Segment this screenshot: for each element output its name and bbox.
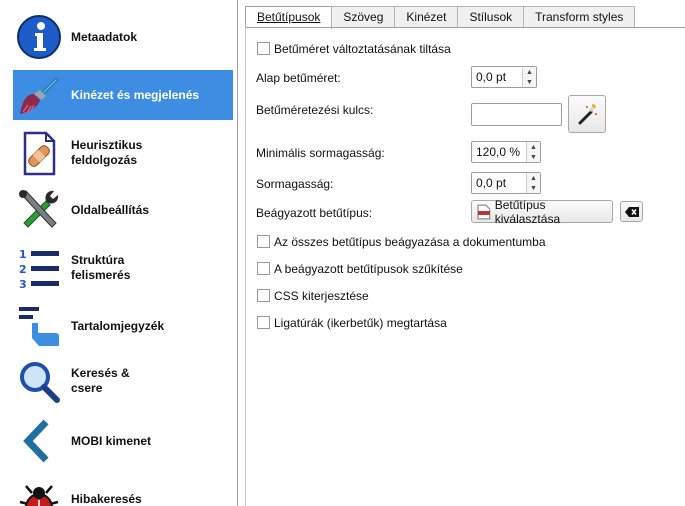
clear-backspace-icon — [624, 206, 639, 217]
sidebar-item-label: Struktúra felismerés — [71, 253, 131, 282]
ttf-file-icon — [477, 204, 491, 219]
spin-down-icon[interactable]: ▼ — [527, 183, 540, 193]
sidebar-item-label: Oldalbeállítás — [71, 202, 150, 217]
tab-transform-styles[interactable]: Transform styles — [523, 6, 636, 28]
tab-label: Transform styles — [535, 10, 624, 24]
sidebar-item-heuristics[interactable]: Heurisztikus feldolgozás — [13, 128, 233, 178]
tab-label: Stílusok — [469, 10, 513, 24]
sidebar-item-label: Tartalomjegyzék — [71, 318, 165, 333]
toc-pointer-icon — [13, 301, 65, 351]
font-size-key-input[interactable] — [471, 103, 562, 126]
spin-up-icon[interactable]: ▲ — [527, 173, 540, 183]
svg-text:1: 1 — [19, 248, 27, 261]
sidebar-item-debug[interactable]: Hibakeresés — [13, 474, 233, 506]
keep-ligatures-checkbox[interactable] — [257, 316, 270, 329]
sidebar-item-label: MOBI kimenet — [71, 433, 152, 448]
font-size-wizard-button[interactable] — [568, 95, 606, 133]
base-font-size-label: Alap betűméret: — [256, 71, 341, 85]
sidebar-item-structure-detection[interactable]: 1 2 3 Struktúra felismerés — [13, 243, 233, 293]
sidebar-item-metadata[interactable]: Metaadatok — [13, 12, 233, 62]
subset-embedded-fonts-label: A beágyazott betűtípusok szűkítése — [274, 262, 463, 276]
clear-font-button[interactable] — [620, 201, 643, 222]
base-font-size-value: 0,0 pt — [476, 70, 507, 84]
svg-text:3: 3 — [19, 278, 27, 291]
sidebar-item-toc[interactable]: Tartalomjegyzék — [13, 301, 233, 351]
min-line-height-label: Minimális sormagasság: — [256, 146, 385, 160]
magnifier-icon — [13, 356, 65, 406]
tab-label: Szöveg — [343, 10, 384, 24]
tab-bar: Betűtípusok Szöveg Kinézet Stílusok Tran… — [245, 6, 636, 29]
line-height-spinbox[interactable]: 0,0 pt ▲ ▼ — [471, 172, 541, 194]
tab-fonts[interactable]: Betűtípusok — [245, 6, 333, 29]
spin-arrows: ▲ ▼ — [526, 142, 540, 162]
sidebar: Metaadatok Kinézet és megjelenés Heurisz… — [0, 0, 238, 506]
min-line-height-spinbox[interactable]: 120,0 % ▲ ▼ — [471, 141, 541, 163]
choose-font-label: Betűtípus kiválasztása — [494, 197, 561, 226]
sidebar-item-label: Keresés & csere — [71, 366, 130, 395]
sidebar-item-search-replace[interactable]: Keresés & csere — [13, 356, 233, 406]
expand-css-checkbox[interactable] — [257, 289, 270, 302]
sidebar-item-mobi-output[interactable]: MOBI kimenet — [13, 416, 233, 466]
spin-down-icon[interactable]: ▼ — [523, 77, 536, 87]
tab-pane-border — [245, 27, 685, 28]
tab-styles[interactable]: Stílusok — [457, 6, 525, 28]
choose-font-button[interactable]: Betűtípus kiválasztása — [471, 197, 613, 226]
tab-layout[interactable]: Kinézet — [394, 6, 459, 28]
disable-font-rescaling-label: Betűméret változtatásának tiltása — [274, 42, 451, 56]
spin-down-icon[interactable]: ▼ — [527, 152, 540, 162]
embed-all-fonts-checkbox[interactable] — [257, 235, 270, 248]
sidebar-item-page-setup[interactable]: Oldalbeállítás — [13, 185, 233, 235]
spin-up-icon[interactable]: ▲ — [523, 67, 536, 77]
info-icon — [13, 12, 65, 62]
brush-icon — [13, 70, 65, 120]
tools-icon — [13, 185, 65, 235]
embedded-font-label: Beágyazott betűtípus: — [256, 206, 373, 220]
line-height-value: 0,0 pt — [476, 176, 507, 190]
sidebar-item-label: Heurisztikus feldolgozás — [71, 138, 143, 167]
bug-icon — [13, 474, 65, 506]
sidebar-item-label: Hibakeresés — [71, 491, 142, 506]
spin-up-icon[interactable]: ▲ — [527, 142, 540, 152]
tab-label: Betűtípusok — [257, 10, 321, 24]
min-line-height-value: 120,0 % — [476, 145, 521, 159]
magic-wand-icon — [578, 104, 597, 125]
expand-css-label: CSS kiterjesztése — [274, 289, 369, 303]
tab-pane-border-left — [245, 27, 246, 506]
numbered-list-icon: 1 2 3 — [13, 243, 65, 293]
spin-arrows: ▲ ▼ — [526, 173, 540, 193]
document-bandage-icon — [13, 128, 65, 178]
mobi-chevron-icon — [13, 416, 65, 466]
base-font-size-spinbox[interactable]: 0,0 pt ▲ ▼ — [471, 66, 537, 88]
sidebar-item-label: Metaadatok — [71, 29, 138, 44]
sidebar-item-look-and-feel[interactable]: Kinézet és megjelenés — [13, 70, 233, 120]
subset-embedded-fonts-checkbox[interactable] — [257, 262, 270, 275]
tab-text[interactable]: Szöveg — [331, 6, 396, 28]
spin-arrows: ▲ ▼ — [522, 67, 536, 87]
disable-font-rescaling-checkbox[interactable] — [257, 42, 270, 55]
svg-text:2: 2 — [19, 263, 27, 276]
keep-ligatures-label: Ligatúrák (ikerbetűk) megtartása — [274, 316, 447, 330]
font-size-key-label: Betűméretezési kulcs: — [256, 103, 374, 117]
tab-label: Kinézet — [406, 10, 447, 24]
embed-all-fonts-label: Az összes betűtípus beágyazása a dokumen… — [274, 235, 546, 249]
sidebar-item-label: Kinézet és megjelenés — [71, 87, 200, 102]
line-height-label: Sormagasság: — [256, 177, 334, 191]
